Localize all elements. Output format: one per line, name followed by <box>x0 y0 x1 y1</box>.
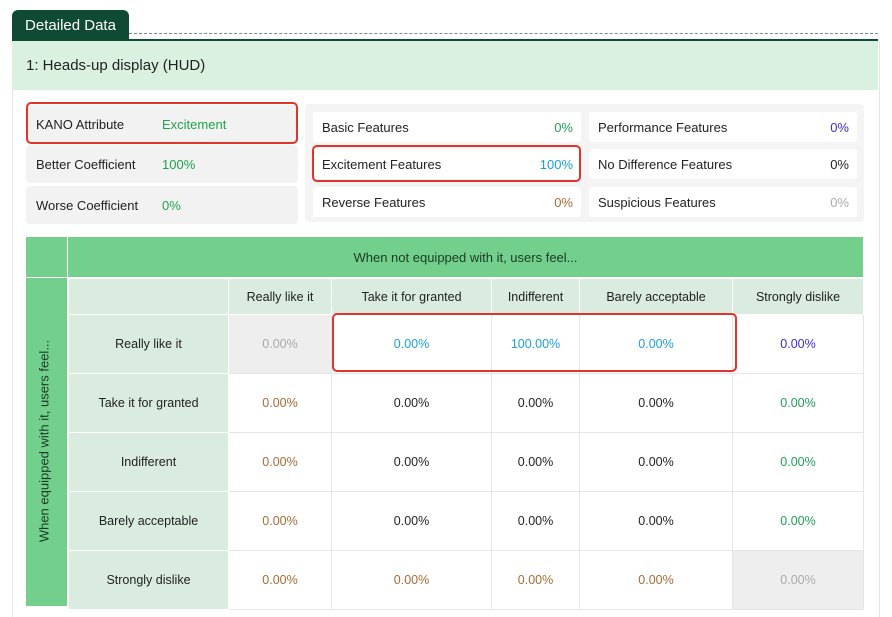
matrix-cell: 0.00% <box>579 373 733 433</box>
matrix-cell: 0.00% <box>491 491 580 551</box>
worse-coefficient-value: 0% <box>162 197 181 213</box>
matrix-cell: 0.00% <box>491 373 580 433</box>
worse-coefficient-box: Worse Coefficient 0% <box>26 186 298 224</box>
section-title: 1: Heads-up display (HUD) <box>12 41 878 90</box>
matrix-corner-cell <box>68 278 229 315</box>
feature-suspicious-value: 0% <box>830 194 849 210</box>
matrix-cell: 0.00% <box>491 432 580 492</box>
feature-excitement-label: Excitement Features <box>322 156 442 172</box>
feature-reverse-value: 0% <box>554 194 573 210</box>
worse-coefficient-label: Worse Coefficient <box>36 197 139 213</box>
matrix-cell: 0.00% <box>579 314 733 374</box>
row-header: Really like it <box>68 314 229 374</box>
matrix-cell: 0.00% <box>732 491 864 551</box>
matrix-cell: 0.00% <box>579 550 733 610</box>
table-row: Indifferent 0.00% 0.00% 0.00% 0.00% 0.00… <box>68 432 864 492</box>
matrix-cell: 0.00% <box>228 432 332 492</box>
matrix-cell: 0.00% <box>331 314 492 374</box>
feature-reverse-label: Reverse Features <box>322 194 426 210</box>
feature-basic: Basic Features 0% <box>313 112 581 142</box>
column-header: Barely acceptable <box>579 278 733 315</box>
table-row: Take it for granted 0.00% 0.00% 0.00% 0.… <box>68 373 864 433</box>
matrix-cell: 0.00% <box>331 550 492 610</box>
matrix-cell: 0.00% <box>732 432 864 492</box>
better-coefficient-value: 100% <box>162 156 196 172</box>
feature-excitement-value: 100% <box>539 156 573 172</box>
matrix-corner-hdivider <box>26 277 67 278</box>
feature-suspicious-label: Suspicious Features <box>598 194 716 210</box>
better-coefficient-label: Better Coefficient <box>36 156 136 172</box>
feature-no-difference-value: 0% <box>830 156 849 172</box>
matrix-cell: 0.00% <box>228 373 332 433</box>
tab-detailed-data[interactable]: Detailed Data <box>12 10 129 40</box>
matrix-cell: 0.00% <box>491 550 580 610</box>
row-header: Indifferent <box>68 432 229 492</box>
matrix-cell: 0.00% <box>732 550 864 610</box>
column-header: Take it for granted <box>331 278 492 315</box>
kano-attribute-box: KANO Attribute Excitement <box>26 105 298 143</box>
table-row: Really like it 0.00% 0.00% 100.00% 0.00%… <box>68 314 864 374</box>
row-header: Strongly dislike <box>68 550 229 610</box>
feature-performance: Performance Features 0% <box>589 112 857 142</box>
feature-no-difference: No Difference Features 0% <box>589 149 857 179</box>
matrix-cell: 0.00% <box>228 550 332 610</box>
matrix-cell: 0.00% <box>331 373 492 433</box>
feature-no-difference-label: No Difference Features <box>598 156 733 172</box>
matrix-header-row: Really like it Take it for granted Indif… <box>68 278 864 315</box>
matrix-corner-divider <box>67 237 68 277</box>
kano-attribute-label: KANO Attribute <box>36 116 125 132</box>
matrix-cell: 0.00% <box>732 314 864 374</box>
feature-reverse: Reverse Features 0% <box>313 187 581 217</box>
matrix-cell: 100.00% <box>491 314 580 374</box>
column-header: Really like it <box>228 278 332 315</box>
matrix-cell: 0.00% <box>331 491 492 551</box>
better-coefficient-box: Better Coefficient 100% <box>26 145 298 183</box>
feature-suspicious: Suspicious Features 0% <box>589 187 857 217</box>
feature-excitement: Excitement Features 100% <box>313 149 581 179</box>
row-header: Take it for granted <box>68 373 229 433</box>
matrix-side-header: When equipped with it, users feel... <box>26 277 67 606</box>
feature-performance-value: 0% <box>830 119 849 135</box>
table-row: Strongly dislike 0.00% 0.00% 0.00% 0.00%… <box>68 550 864 610</box>
matrix-cell: 0.00% <box>228 314 332 374</box>
matrix-side-title: When equipped with it, users feel... <box>36 339 52 543</box>
tab-divider <box>129 33 878 34</box>
table-row: Barely acceptable 0.00% 0.00% 0.00% 0.00… <box>68 491 864 551</box>
matrix-top-title: When not equipped with it, users feel... <box>353 249 578 265</box>
row-header: Barely acceptable <box>68 491 229 551</box>
kano-attribute-value: Excitement <box>162 116 227 132</box>
feature-basic-label: Basic Features <box>322 119 409 135</box>
column-header: Indifferent <box>491 278 580 315</box>
matrix-cell: 0.00% <box>579 491 733 551</box>
feature-performance-label: Performance Features <box>598 119 728 135</box>
matrix-cell: 0.00% <box>732 373 864 433</box>
kano-matrix: Really like it Take it for granted Indif… <box>68 278 864 610</box>
matrix-cell: 0.00% <box>579 432 733 492</box>
matrix-cell: 0.00% <box>228 491 332 551</box>
column-header: Strongly dislike <box>732 278 864 315</box>
matrix-cell: 0.00% <box>331 432 492 492</box>
feature-basic-value: 0% <box>554 119 573 135</box>
